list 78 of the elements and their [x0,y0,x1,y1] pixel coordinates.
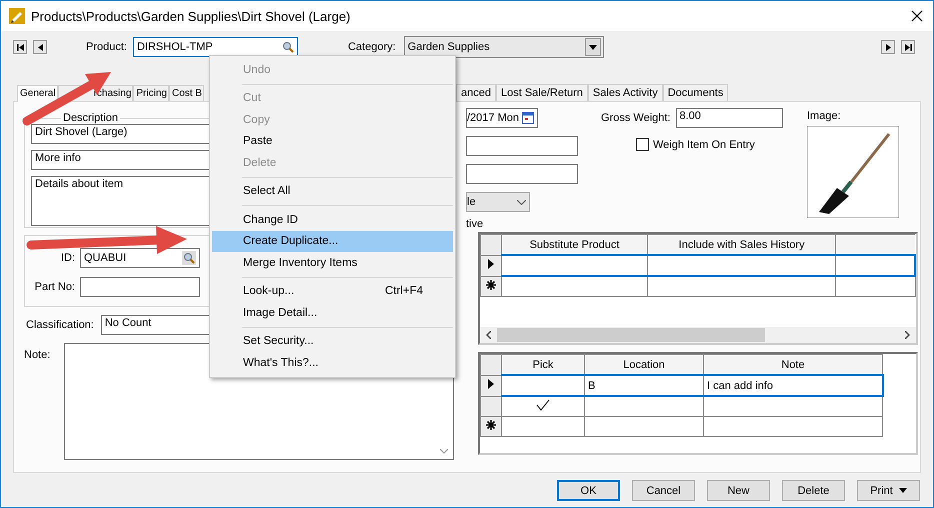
part-number-label: Part No: [34,281,75,293]
product-label: Product: [86,41,127,53]
chevron-icon [517,200,526,204]
product-field[interactable]: DIRSHOL-TMP [132,37,298,57]
date-field[interactable]: /2017 Mon [466,108,538,128]
caret-icon [898,488,907,493]
search-icon[interactable] [182,251,196,265]
gross-weight-field[interactable]: 8.00 [676,108,782,128]
gross-weight-label: Gross Weight: [601,112,670,124]
asterisk-icon [486,420,496,430]
category-label: Category: [348,41,396,53]
tab[interactable]: General [17,85,58,102]
menu-item[interactable]: Image Detail... [212,302,453,324]
menu-item[interactable]: Change ID [212,209,453,230]
first-record-button[interactable] [13,40,27,54]
part-number-field[interactable] [80,277,200,297]
checkmark-icon [536,399,550,411]
menu-item[interactable]: What's This?... [212,352,453,374]
tab[interactable]: Cost B [168,85,204,101]
menu-item[interactable]: Create Duplicate... [212,230,453,252]
triangle-left-icon [36,42,44,52]
id-label: ID: [60,252,75,264]
note-label: Note: [24,349,50,363]
caret-icon [588,44,597,50]
current-row-icon [488,379,494,389]
pick-cell[interactable] [502,416,584,436]
pick-cell[interactable] [502,396,584,416]
triangle-right-icon [884,42,892,52]
close-icon[interactable] [911,10,923,22]
last-record-button[interactable] [901,40,915,54]
classification-label: Classification: [26,319,94,331]
column-header[interactable]: Substitute Product [501,234,648,255]
tab[interactable]: Lost Sale/Return [496,84,588,101]
image-label: Image: [807,110,842,122]
next-record-button[interactable] [881,40,895,54]
menu-item[interactable]: Paste [212,130,453,152]
dialog-button[interactable]: Cancel [632,480,695,501]
pick-cell[interactable] [502,375,584,396]
menu-item[interactable]: Set Security... [212,330,453,352]
text-field[interactable] [466,164,578,184]
id-field[interactable]: QUABUI [80,248,200,268]
window-title: Products\Products\Garden Supplies\Dirt Shovel (Large) [31,8,352,24]
tab[interactable]: Pricing [133,85,169,101]
dialog-button[interactable]: OK [557,480,620,501]
dropdown-button[interactable]: Print [857,480,920,501]
scroll-right-icon[interactable] [905,331,910,339]
status-dropdown[interactable]: le [466,192,530,212]
asterisk-icon [486,280,496,290]
current-row-icon [488,259,494,269]
checkbox-label: Weigh Item On Entry [653,138,755,150]
table-cell: I can add info [707,380,774,392]
group-label: Description [62,112,120,124]
table-cell: B [588,380,596,392]
calendar-icon[interactable] [522,112,534,124]
tab[interactable]: Sales Activity [588,84,663,101]
menu-item[interactable]: Merge Inventory Items [212,252,453,274]
column-header[interactable]: Location [584,354,704,375]
checkbox[interactable] [636,138,649,151]
column-header[interactable]: Include with Sales History [648,234,836,255]
column-header[interactable]: Pick [502,354,584,375]
horizontal-scrollbar[interactable] [480,327,916,343]
menu-item[interactable]: Select All [212,180,453,202]
skip-back-icon [16,42,24,52]
menu-item[interactable]: Look-up... Ctrl+F4 [212,280,453,302]
scroll-down-icon[interactable] [440,449,448,454]
tab[interactable]: anced [456,84,496,101]
app-icon [9,8,25,24]
dialog-button[interactable]: Delete [782,480,845,501]
dialog-button[interactable]: New [707,480,770,501]
previous-record-button[interactable] [33,40,47,54]
search-icon[interactable] [282,41,294,53]
column-header[interactable]: Note [704,354,882,375]
category-dropdown[interactable]: Garden Supplies [404,36,604,58]
tab[interactable]: Documents [662,84,728,101]
skip-forward-icon [904,42,912,52]
scroll-left-icon[interactable] [486,331,491,339]
text-field[interactable] [466,136,578,156]
field-caption: tive [466,218,484,230]
